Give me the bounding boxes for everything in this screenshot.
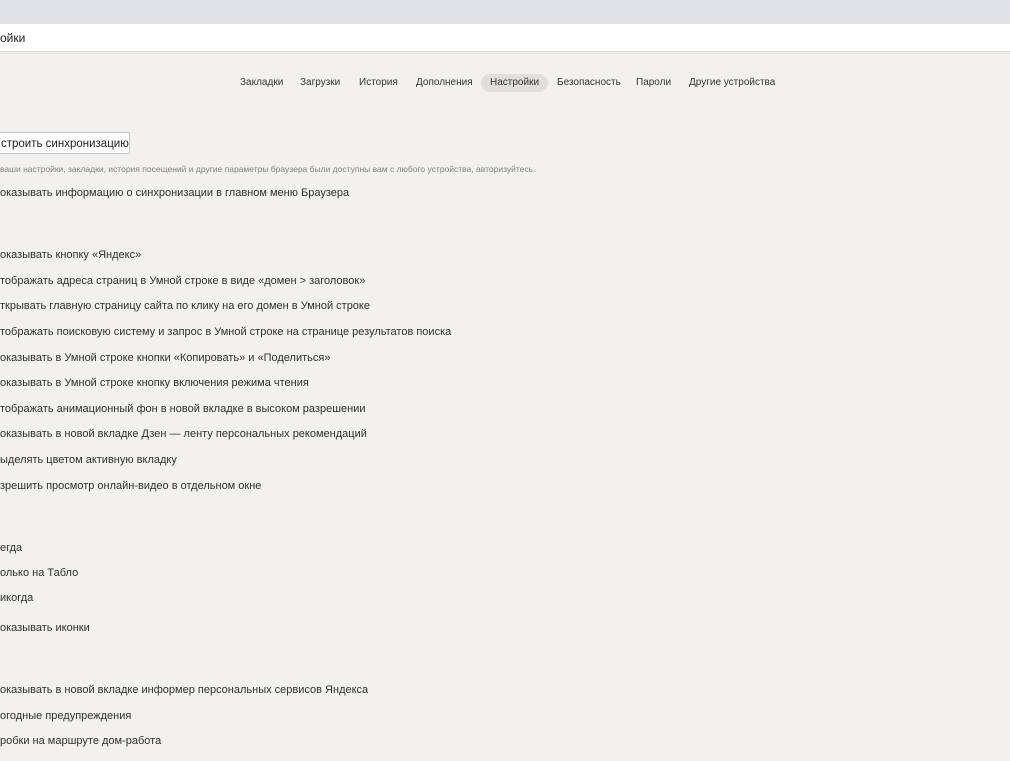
tab-bookmarks[interactable]: Закладки [231, 74, 292, 92]
checkbox-domain-title-format[interactable]: тображать адреса страниц в Умной строке … [0, 275, 365, 287]
checkbox-show-sync-info[interactable]: оказывать информацию о синхронизации в г… [0, 187, 349, 199]
tab-passwords[interactable]: Пароли [627, 74, 680, 92]
checkbox-weather-warnings[interactable]: огодные предупреждения [0, 710, 131, 722]
radio-bookmarks-never[interactable]: икогда [0, 592, 33, 604]
checkbox-video-popup[interactable]: зрешить просмотр онлайн-видео в отдельно… [0, 480, 261, 492]
checkbox-highlight-active-tab[interactable]: ыделять цветом активную вкладку [0, 454, 177, 466]
tab-history[interactable]: История [350, 74, 407, 92]
checkbox-animated-background-hd[interactable]: тображать анимационный фон в новой вклад… [0, 403, 366, 415]
radio-bookmarks-always[interactable]: егда [0, 542, 22, 554]
settings-nav: Закладки Загрузки История Дополнения Нас… [0, 74, 1010, 94]
checkbox-traffic-home-work[interactable]: робки на маршруте дом-работа [0, 735, 161, 747]
address-bar-divider [0, 52, 1010, 54]
checkbox-open-homepage-by-domain[interactable]: ткрывать главную страницу сайта по клику… [0, 300, 370, 312]
setup-sync-button[interactable]: строить синхронизацию [0, 132, 130, 154]
tab-security[interactable]: Безопасность [548, 74, 630, 92]
checkbox-show-icons[interactable]: оказывать иконки [0, 622, 90, 634]
checkbox-reader-mode-button[interactable]: оказывать в Умной строке кнопку включени… [0, 377, 309, 389]
checkbox-zen-feed[interactable]: оказывать в новой вкладке Дзен — ленту п… [0, 428, 367, 440]
checkbox-copy-share-buttons[interactable]: оказывать в Умной строке кнопки «Копиров… [0, 352, 330, 364]
tab-extensions[interactable]: Дополнения [407, 74, 482, 92]
tab-other-devices[interactable]: Другие устройства [680, 74, 784, 92]
tab-settings[interactable]: Настройки [481, 74, 549, 92]
browser-tab-strip [0, 0, 1010, 24]
checkbox-services-informer[interactable]: оказывать в новой вкладке информер персо… [0, 684, 368, 696]
address-bar-text[interactable]: ойки [0, 31, 25, 45]
radio-bookmarks-tablo-only[interactable]: олько на Табло [0, 567, 78, 579]
address-bar[interactable]: ойки [0, 24, 1010, 52]
tab-downloads[interactable]: Загрузки [291, 74, 349, 92]
sync-hint: ваши настройки, закладки, история посеще… [0, 164, 536, 174]
checkbox-show-yandex-button[interactable]: оказывать кнопку «Яндекс» [0, 249, 141, 261]
checkbox-show-search-query[interactable]: тображать поисковую систему и запрос в У… [0, 326, 451, 338]
